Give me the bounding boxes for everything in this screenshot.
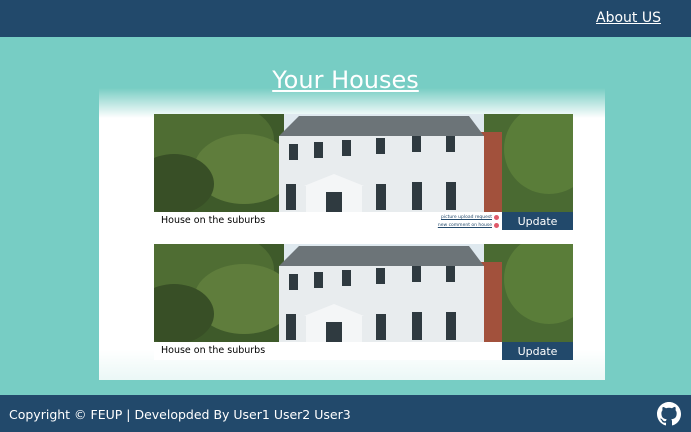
notification-list: picture upload request new comment on ho… <box>435 213 499 229</box>
footer-copyright: Copyright © FEUP | Developded By User1 U… <box>9 407 351 422</box>
house-name: House on the suburbs <box>161 345 266 356</box>
notification-item[interactable]: new comment on house <box>435 221 499 229</box>
house-card[interactable]: House on the suburbs picture upload requ… <box>154 114 573 230</box>
house-card[interactable]: House on the suburbs Update <box>154 244 573 360</box>
house-name: House on the suburbs <box>161 215 266 226</box>
house-photo <box>154 244 573 342</box>
github-icon[interactable] <box>657 402 681 426</box>
notification-dot-icon <box>494 222 499 228</box>
about-us-link[interactable]: About US <box>596 10 661 26</box>
notification-text[interactable]: new comment on house <box>438 223 492 228</box>
house-info-bar: House on the suburbs picture upload requ… <box>154 212 573 230</box>
footer: Copyright © FEUP | Developded By User1 U… <box>0 395 691 432</box>
notification-item[interactable]: picture upload request <box>435 213 499 221</box>
house-photo <box>154 114 573 212</box>
update-button[interactable]: Update <box>502 212 573 230</box>
house-info-bar: House on the suburbs Update <box>154 342 573 360</box>
top-navbar: About US <box>0 0 691 37</box>
notification-dot-icon <box>494 214 499 220</box>
notification-text[interactable]: picture upload request <box>441 215 492 220</box>
update-button[interactable]: Update <box>502 342 573 360</box>
